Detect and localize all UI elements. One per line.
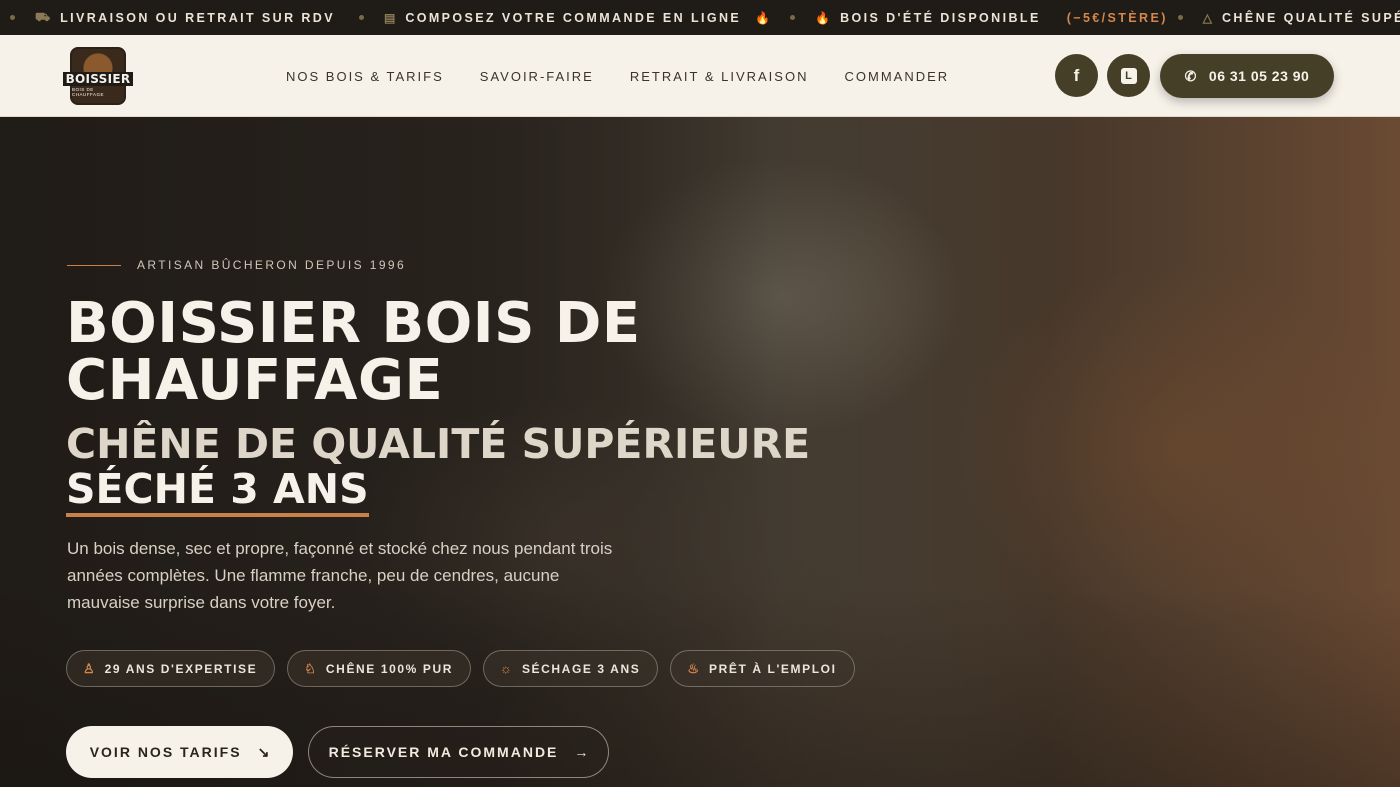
fire-icon: 🔥 (755, 10, 771, 25)
hero-subtitle: CHÊNE DE QUALITÉ SUPÉRIEURE SÉCHÉ 3 ANS (66, 420, 946, 517)
page-title: BOISSIER BOIS DE CHAUFFAGE (66, 291, 641, 413)
arrow-down-right-icon: ↘ (257, 743, 270, 760)
award-icon: ♙ (83, 660, 95, 676)
cta-label: RÉSERVER MA COMMANDE (328, 744, 559, 760)
hero-eyebrow: ARTISAN BÛCHERON DEPUIS 1996 (67, 258, 406, 272)
announcement-ticker: ⛟ LIVRAISON OU RETRAIT SUR RDV ▤ COMPOSE… (0, 0, 1400, 35)
hero-description: Un bois dense, sec et propre, façonné et… (67, 539, 613, 612)
ticker-text: LIVRAISON OU RETRAIT SUR RDV (60, 10, 335, 25)
truck-icon: ⛟ (35, 9, 51, 24)
phone-number: 06 31 05 23 90 (1208, 68, 1310, 84)
ticker-separator-dot (358, 15, 364, 20)
logo-badge: BOISSIER BOIS DE CHAUFFAGE (62, 47, 134, 105)
facebook-button[interactable]: f (1055, 54, 1098, 97)
badge-ready: ♨ PRÊT À L'EMPLOI (670, 650, 855, 687)
badge-label: PRÊT À L'EMPLOI (708, 661, 837, 676)
badge-label: SÉCHAGE 3 ANS (521, 661, 641, 676)
ticker-item-quality: △ CHÊNE QUALITÉ SUPÉRIEURE SÉC (1177, 10, 1400, 25)
subtitle-line-1: CHÊNE DE QUALITÉ SUPÉRIEURE (66, 420, 811, 468)
badge-label: 29 ANS D'EXPERTISE (104, 661, 258, 676)
ticker-text: CHÊNE QUALITÉ SUPÉRIEURE SÉC (1222, 10, 1400, 25)
eyebrow-line (67, 264, 121, 266)
badge-drying: ☼ SÉCHAGE 3 ANS (483, 650, 659, 687)
ticker-separator-dot (1177, 15, 1183, 20)
secondary-social-button[interactable]: L (1107, 54, 1150, 97)
bell-icon: △ (1202, 10, 1212, 25)
logo[interactable]: BOISSIER BOIS DE CHAUFFAGE (62, 45, 134, 107)
hero-section: ARTISAN BÛCHERON DEPUIS 1996 BOISSIER BO… (0, 117, 1400, 787)
nav-item-order[interactable]: COMMANDER (844, 69, 949, 84)
ticker-item-delivery: ⛟ LIVRAISON OU RETRAIT SUR RDV (10, 10, 349, 26)
ticker-discount: (−5€/STÈRE) (1066, 10, 1168, 25)
view-prices-button[interactable]: VOIR NOS TARIFS ↘ (66, 726, 293, 778)
nav-item-savoir-faire[interactable]: SAVOIR-FAIRE (480, 69, 594, 84)
fire-icon: 🔥 (815, 10, 831, 25)
ticker-separator-dot (790, 15, 796, 20)
main-nav: NOS BOIS & TARIFS SAVOIR-FAIRE RETRAIT &… (286, 35, 949, 117)
ticker-text: BOIS D'ÉTÉ DISPONIBLE (840, 10, 1041, 25)
badge-pure-oak: ♘ CHÊNE 100% PUR (287, 650, 472, 687)
site-header: BOISSIER BOIS DE CHAUFFAGE NOS BOIS & TA… (0, 35, 1400, 117)
ticker-separator-dot (10, 15, 15, 20)
flame-icon: ♨ (687, 660, 699, 676)
clipboard-icon: ▤ (383, 10, 396, 25)
social-l-icon: L (1120, 67, 1137, 84)
badge-expertise: ♙ 29 ANS D'EXPERTISE (66, 650, 276, 687)
badge-label: CHÊNE 100% PUR (325, 661, 454, 676)
arrow-right-icon: → (574, 744, 589, 760)
phone-button[interactable]: ✆ 06 31 05 23 90 (1160, 54, 1334, 98)
reserve-order-button[interactable]: RÉSERVER MA COMMANDE → (308, 726, 609, 778)
nav-item-pickup-delivery[interactable]: RETRAIT & LIVRAISON (630, 69, 809, 84)
ticker-item-summer-wood: 🔥 BOIS D'ÉTÉ DISPONIBLE (−5€/STÈRE) (790, 11, 1168, 25)
ticker-text: COMPOSEZ VOTRE COMMANDE EN LIGNE (405, 10, 742, 25)
bell-icon: ♘ (304, 660, 316, 676)
eyebrow-text: ARTISAN BÛCHERON DEPUIS 1996 (137, 258, 407, 272)
nav-item-wood-prices[interactable]: NOS BOIS & TARIFS (286, 69, 444, 84)
subtitle-line-2: SÉCHÉ 3 ANS (66, 465, 369, 517)
facebook-icon: f (1073, 65, 1080, 85)
logo-tagline: BOIS DE CHAUFFAGE (72, 87, 105, 97)
feature-badges: ♙ 29 ANS D'EXPERTISE ♘ CHÊNE 100% PUR ☼ … (66, 650, 855, 687)
phone-icon: ✆ (1184, 67, 1197, 84)
sun-icon: ☼ (500, 661, 512, 676)
cta-label: VOIR NOS TARIFS (89, 744, 242, 760)
ticker-item-order-online: ▤ COMPOSEZ VOTRE COMMANDE EN LIGNE 🔥 (358, 10, 780, 25)
logo-wordmark: BOISSIER (62, 72, 134, 86)
